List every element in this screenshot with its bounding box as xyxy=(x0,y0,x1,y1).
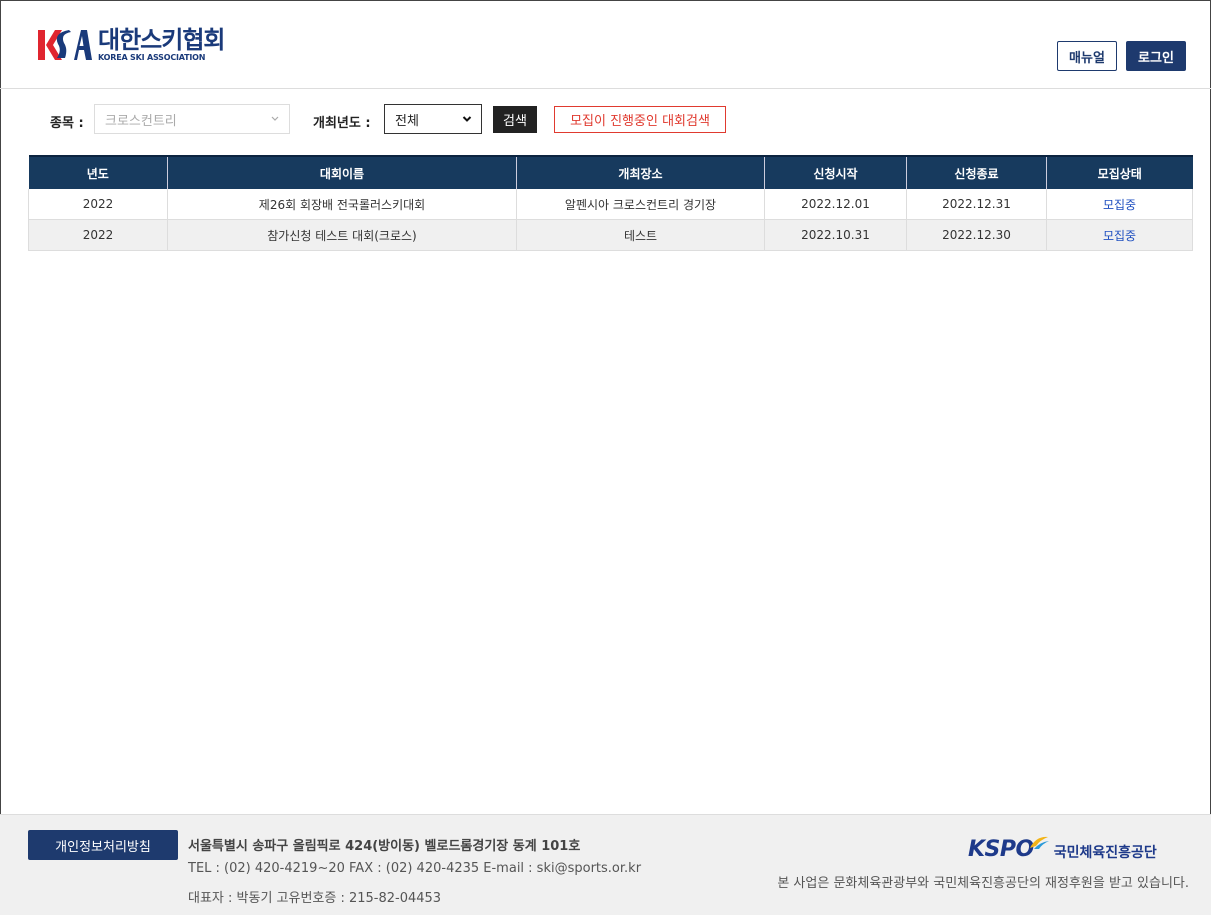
sport-select[interactable]: 크로스컨트리 xyxy=(94,104,290,134)
table-header-row: 년도 대회이름 개최장소 신청시작 신청종료 모집상태 xyxy=(28,155,1193,189)
cell-apply-end: 2022.12.31 xyxy=(906,189,1047,220)
page-frame xyxy=(0,0,1211,914)
col-venue[interactable]: 개최장소 xyxy=(516,155,765,189)
privacy-policy-button[interactable]: 개인정보처리방침 xyxy=(28,830,178,860)
col-status[interactable]: 모집상태 xyxy=(1046,155,1193,189)
login-button[interactable]: 로그인 xyxy=(1126,41,1186,71)
cell-name[interactable]: 제26회 회장배 전국롤러스키대회 xyxy=(167,189,517,220)
search-bar: 종목 : 크로스컨트리 개최년도 : 전체 검색 모집이 진행중인 대회검색 xyxy=(0,104,1211,136)
logo-title: 대한스키협회 xyxy=(98,26,225,54)
sport-label: 종목 : xyxy=(50,116,84,131)
competition-table: 년도 대회이름 개최장소 신청시작 신청종료 모집상태 2022 제26회 회장… xyxy=(28,155,1193,251)
year-label: 개최년도 : xyxy=(313,116,371,131)
footer-representative: 대표자 : 박동기 고유번호증 : 215-82-04453 xyxy=(188,891,442,906)
header: 대한스키협회 KOREA SKI ASSOCIATION 매뉴얼 로그인 xyxy=(0,0,1211,89)
search-button[interactable]: 검색 xyxy=(493,106,537,133)
col-name[interactable]: 대회이름 xyxy=(167,155,517,189)
footer-address: 서울특별시 송파구 올림픽로 424(방이동) 벨로드롬경기장 동계 101호 xyxy=(188,839,581,854)
recruiting-search-button[interactable]: 모집이 진행중인 대회검색 xyxy=(554,106,726,133)
col-apply-end[interactable]: 신청종료 xyxy=(906,155,1047,189)
logo-text: 대한스키협회 KOREA SKI ASSOCIATION xyxy=(98,26,225,62)
cell-venue: 테스트 xyxy=(516,219,765,251)
cell-apply-start: 2022.10.31 xyxy=(764,219,907,251)
sponsor-notice: 본 사업은 문화체육관광부와 국민체육진흥공단의 재정후원을 받고 있습니다. xyxy=(777,876,1189,891)
ksa-logo-mark-icon xyxy=(38,30,92,60)
cell-apply-end: 2022.12.30 xyxy=(906,219,1047,251)
table-row[interactable]: 2022 참가신청 테스트 대회(크로스) 테스트 2022.10.31 202… xyxy=(28,219,1193,251)
chevron-down-icon xyxy=(271,116,279,121)
col-apply-start[interactable]: 신청시작 xyxy=(764,155,907,189)
kspo-logo[interactable]: KSPO 국민체육진흥공단 xyxy=(968,836,1157,862)
cell-apply-start: 2022.12.01 xyxy=(764,189,907,220)
cell-year: 2022 xyxy=(28,219,168,251)
kspo-logo-en: KSPO xyxy=(968,837,1034,862)
cell-status-link[interactable]: 모집중 xyxy=(1046,189,1193,220)
cell-year: 2022 xyxy=(28,189,168,220)
kspo-logo-ko: 국민체육진흥공단 xyxy=(1053,844,1157,861)
chevron-down-icon xyxy=(462,116,472,122)
kspo-swoosh-icon xyxy=(1029,836,1049,849)
footer-contact: TEL : (02) 420-4219~20 FAX : (02) 420-42… xyxy=(188,861,642,876)
cell-status-link[interactable]: 모집중 xyxy=(1046,219,1193,251)
year-select[interactable]: 전체 xyxy=(384,104,482,134)
year-select-value: 전체 xyxy=(395,113,419,129)
col-year[interactable]: 년도 xyxy=(28,155,168,189)
table-row[interactable]: 2022 제26회 회장배 전국롤러스키대회 알펜시아 크로스컨트리 경기장 2… xyxy=(28,189,1193,220)
footer: 개인정보처리방침 서울특별시 송파구 올림픽로 424(방이동) 벨로드롬경기장… xyxy=(0,814,1211,915)
cell-name[interactable]: 참가신청 테스트 대회(크로스) xyxy=(167,219,517,251)
cell-venue: 알펜시아 크로스컨트리 경기장 xyxy=(516,189,765,220)
sport-select-value: 크로스컨트리 xyxy=(105,113,177,129)
logo[interactable]: 대한스키협회 KOREA SKI ASSOCIATION xyxy=(38,26,225,62)
logo-subtitle: KOREA SKI ASSOCIATION xyxy=(98,53,206,62)
manual-button[interactable]: 매뉴얼 xyxy=(1057,41,1117,71)
